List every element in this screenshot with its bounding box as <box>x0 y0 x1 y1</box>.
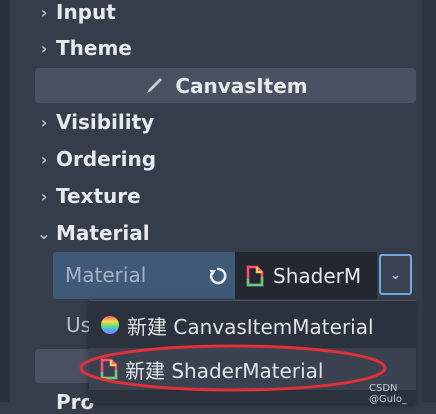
shader-material-icon <box>246 265 264 286</box>
section-material-label: Material <box>56 221 150 245</box>
new-resource-popup: 新建 CanvasItemMaterial 新建 ShaderMaterial <box>89 300 416 403</box>
material-property-label: Material <box>53 252 235 299</box>
material-property-row: Material ShaderM ⌄ <box>53 252 416 299</box>
section-input-label: Input <box>56 0 116 24</box>
section-visibility-label: Visibility <box>56 110 155 134</box>
material-property-label-text: Material <box>65 263 147 287</box>
section-texture[interactable]: › Texture <box>36 181 141 211</box>
section-input[interactable]: › Input <box>36 0 116 27</box>
material-resource-picker[interactable]: ShaderM <box>235 252 377 299</box>
chevron-right-icon: › <box>40 186 48 206</box>
section-theme-label: Theme <box>56 36 132 60</box>
canvasitem-material-icon <box>101 316 119 334</box>
menu-item-new-canvasitemmaterial[interactable]: 新建 CanvasItemMaterial <box>89 304 416 346</box>
shader-material-icon <box>100 358 118 380</box>
right-gutter <box>422 0 436 402</box>
chevron-right-icon: › <box>40 112 48 132</box>
menu-item-new-shadermaterial[interactable]: 新建 ShaderMaterial <box>89 348 416 390</box>
revert-icon <box>209 267 227 285</box>
brush-icon <box>147 77 163 93</box>
section-visibility[interactable]: › Visibility <box>36 107 155 137</box>
left-gutter <box>0 0 10 402</box>
chevron-right-icon: › <box>40 38 48 58</box>
section-theme[interactable]: › Theme <box>36 33 132 63</box>
menu-item-label: 新建 CanvasItemMaterial <box>127 314 374 339</box>
chevron-down-icon: ⌄ <box>37 223 51 243</box>
section-ordering[interactable]: › Ordering <box>36 144 156 174</box>
revert-button[interactable] <box>205 264 231 288</box>
chevron-down-icon: ⌄ <box>389 266 402 283</box>
behind-category-header <box>35 349 95 383</box>
use-property-label: Us <box>66 313 92 337</box>
section-texture-label: Texture <box>56 184 141 208</box>
material-resource-value: ShaderM <box>273 263 362 288</box>
section-ordering-label: Ordering <box>56 147 157 171</box>
category-header-label: CanvasItem <box>175 73 308 98</box>
chevron-right-icon: › <box>40 149 48 169</box>
section-material[interactable]: ⌄ Material <box>36 218 150 248</box>
category-header-canvasitem: CanvasItem <box>35 68 416 103</box>
material-dropdown-button[interactable]: ⌄ <box>379 254 412 295</box>
chevron-right-icon: › <box>40 2 48 22</box>
menu-item-label: 新建 ShaderMaterial <box>125 358 324 383</box>
